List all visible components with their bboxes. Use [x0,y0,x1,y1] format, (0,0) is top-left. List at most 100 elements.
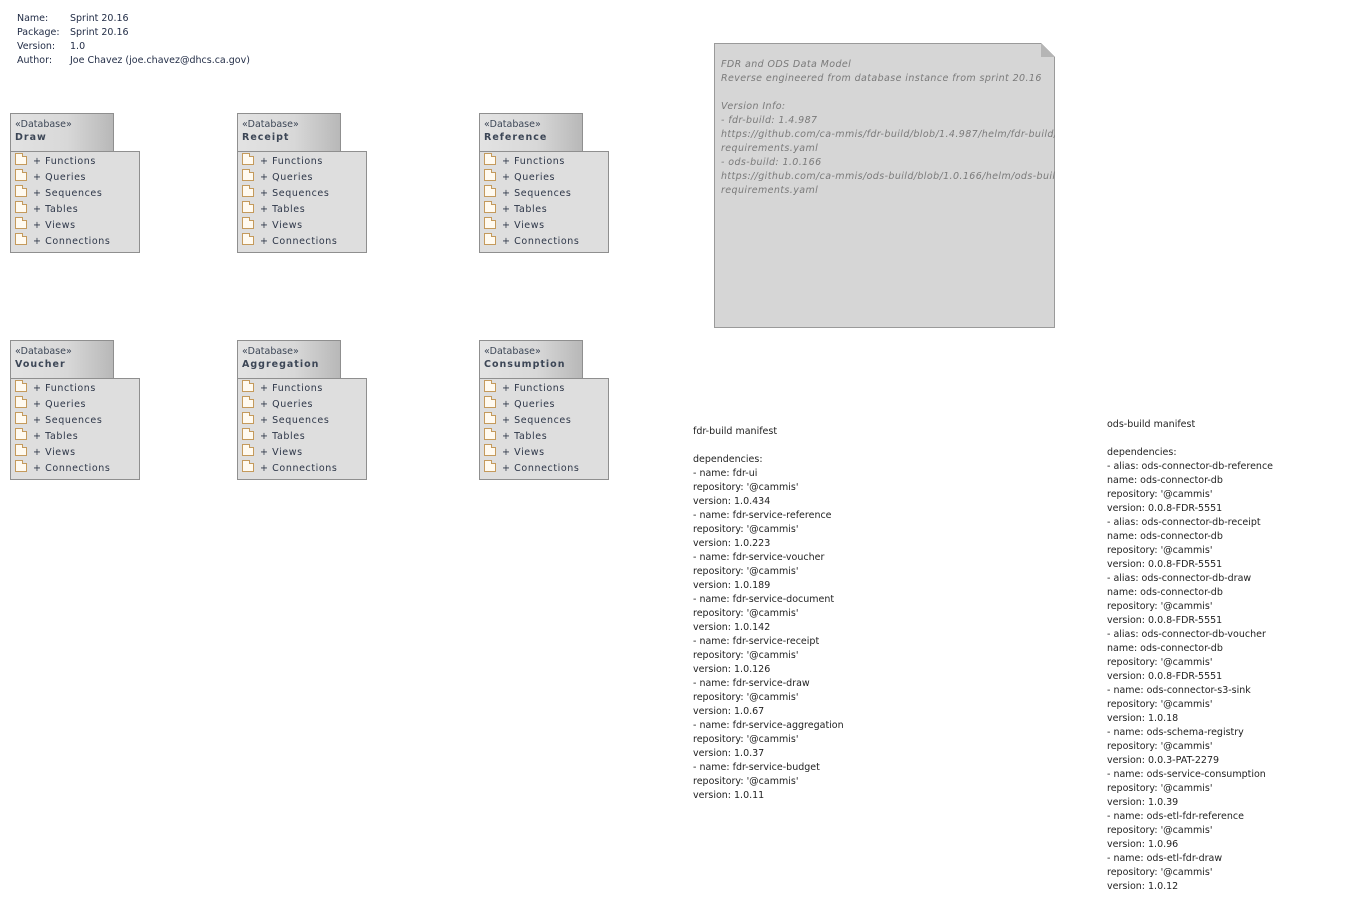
package-item-label: + Connections [33,463,111,474]
package-item[interactable]: + Connections [480,460,608,477]
manifest-line: version: 1.0.67 [693,706,765,717]
manifest-line: repository: '@cammis' [693,524,799,535]
package-item[interactable]: + Queries [238,396,366,413]
package-item[interactable]: + Connections [238,233,366,250]
manifest-line: repository: '@cammis' [1107,699,1213,710]
package-item[interactable]: + Queries [238,169,366,186]
manifest-line: name: ods-connector-db [1107,643,1223,654]
package-tab: «Database» Consumption [479,340,583,378]
package-stereotype: «Database» [15,346,72,357]
package-item-label: + Functions [502,156,565,167]
package-item[interactable]: + Tables [238,428,366,445]
package-item[interactable]: + Sequences [480,185,608,202]
package-item-label: + Views [33,220,76,231]
package-item[interactable]: + Tables [11,428,139,445]
package-item-label: + Views [502,220,545,231]
note-line: Reverse engineered from database instanc… [721,73,1042,84]
package-item[interactable]: + Functions [11,153,139,170]
package-item-label: + Tables [33,204,79,215]
package-item[interactable]: + Queries [11,396,139,413]
package-item[interactable]: + Sequences [238,412,366,429]
package-item[interactable]: + Sequences [11,412,139,429]
model-note[interactable]: FDR and ODS Data Model Reverse engineered… [714,43,1055,328]
folder-icon [484,460,496,472]
note-line [721,86,1048,100]
manifest-line: - name: ods-connector-s3-sink [1107,685,1251,696]
package-item-label: + Sequences [502,415,572,426]
folder-icon [484,396,496,408]
package-item[interactable]: + Connections [480,233,608,250]
ods-build-manifest-text[interactable]: ods-build manifest dependencies: - alias: … [1107,418,1273,894]
package-item[interactable]: + Functions [480,380,608,397]
package-item-label: + Sequences [260,188,330,199]
manifest-line: version: 1.0.434 [693,496,771,507]
package-item[interactable]: + Tables [11,201,139,218]
package-item[interactable]: + Views [480,444,608,461]
package-item-label: + Functions [502,383,565,394]
folder-icon [242,396,254,408]
package-item[interactable]: + Functions [480,153,608,170]
package-item-label: + Functions [260,156,323,167]
package-item-label: + Queries [260,172,314,183]
manifest-line: - name: fdr-ui [693,468,758,479]
meta-author-value: Joe Chavez (joe.chavez@dhcs.ca.gov) [70,55,250,66]
package-name: Draw [15,132,47,143]
package-name: Reference [484,132,548,143]
package-item[interactable]: + Functions [238,380,366,397]
folder-icon [242,201,254,213]
note-folded-corner [1041,43,1055,57]
meta-package-value: Sprint 20.16 [70,27,129,38]
package-item[interactable]: + Connections [238,460,366,477]
package-item[interactable]: + Functions [238,153,366,170]
folder-icon [15,412,27,424]
package-item[interactable]: + Tables [480,201,608,218]
folder-icon [15,380,27,392]
package-item[interactable]: + Views [238,217,366,234]
manifest-line: repository: '@cammis' [1107,867,1213,878]
package-item-label: + Queries [260,399,314,410]
package-item[interactable]: + Connections [11,233,139,250]
folder-icon [242,380,254,392]
package-item[interactable]: + Tables [480,428,608,445]
meta-name-row: Name: Sprint 20.16 [17,12,250,26]
package-item-label: + Views [33,447,76,458]
package-name: Voucher [15,359,66,370]
package-item[interactable]: + Queries [480,169,608,186]
folder-icon [484,380,496,392]
package-tab: «Database» Voucher [10,340,114,378]
package-item[interactable]: + Functions [11,380,139,397]
package-name: Receipt [242,132,290,143]
folder-icon [15,169,27,181]
package-item[interactable]: + Views [480,217,608,234]
package-item[interactable]: + Sequences [238,185,366,202]
package-stereotype: «Database» [242,346,299,357]
folder-icon [484,153,496,165]
package-item[interactable]: + Queries [480,396,608,413]
package-item[interactable]: + Views [238,444,366,461]
package-item-label: + Sequences [260,415,330,426]
manifest-line: dependencies: [1107,447,1177,458]
folder-icon [242,428,254,440]
meta-version-value: 1.0 [70,41,86,52]
package-item[interactable]: + Sequences [480,412,608,429]
manifest-line [693,439,844,453]
package-item-label: + Sequences [33,415,103,426]
manifest-line: repository: '@cammis' [1107,741,1213,752]
package-item[interactable]: + Tables [238,201,366,218]
folder-icon [15,217,27,229]
folder-icon [242,217,254,229]
manifest-line: - name: fdr-service-document [693,594,835,605]
package-item[interactable]: + Views [11,444,139,461]
meta-author-row: Author: Joe Chavez (joe.chavez@dhcs.ca.go… [17,54,250,68]
package-item-label: + Queries [33,172,87,183]
manifest-line: version: 1.0.11 [693,790,765,801]
package-item-label: + Sequences [33,188,103,199]
fdr-build-manifest-text[interactable]: fdr-build manifest dependencies: - name: f… [693,425,844,803]
package-item[interactable]: + Views [11,217,139,234]
package-item[interactable]: + Sequences [11,185,139,202]
package-item[interactable]: + Connections [11,460,139,477]
manifest-line: repository: '@cammis' [1107,783,1213,794]
folder-icon [15,428,27,440]
package-item[interactable]: + Queries [11,169,139,186]
manifest-line: version: 1.0.189 [693,580,771,591]
